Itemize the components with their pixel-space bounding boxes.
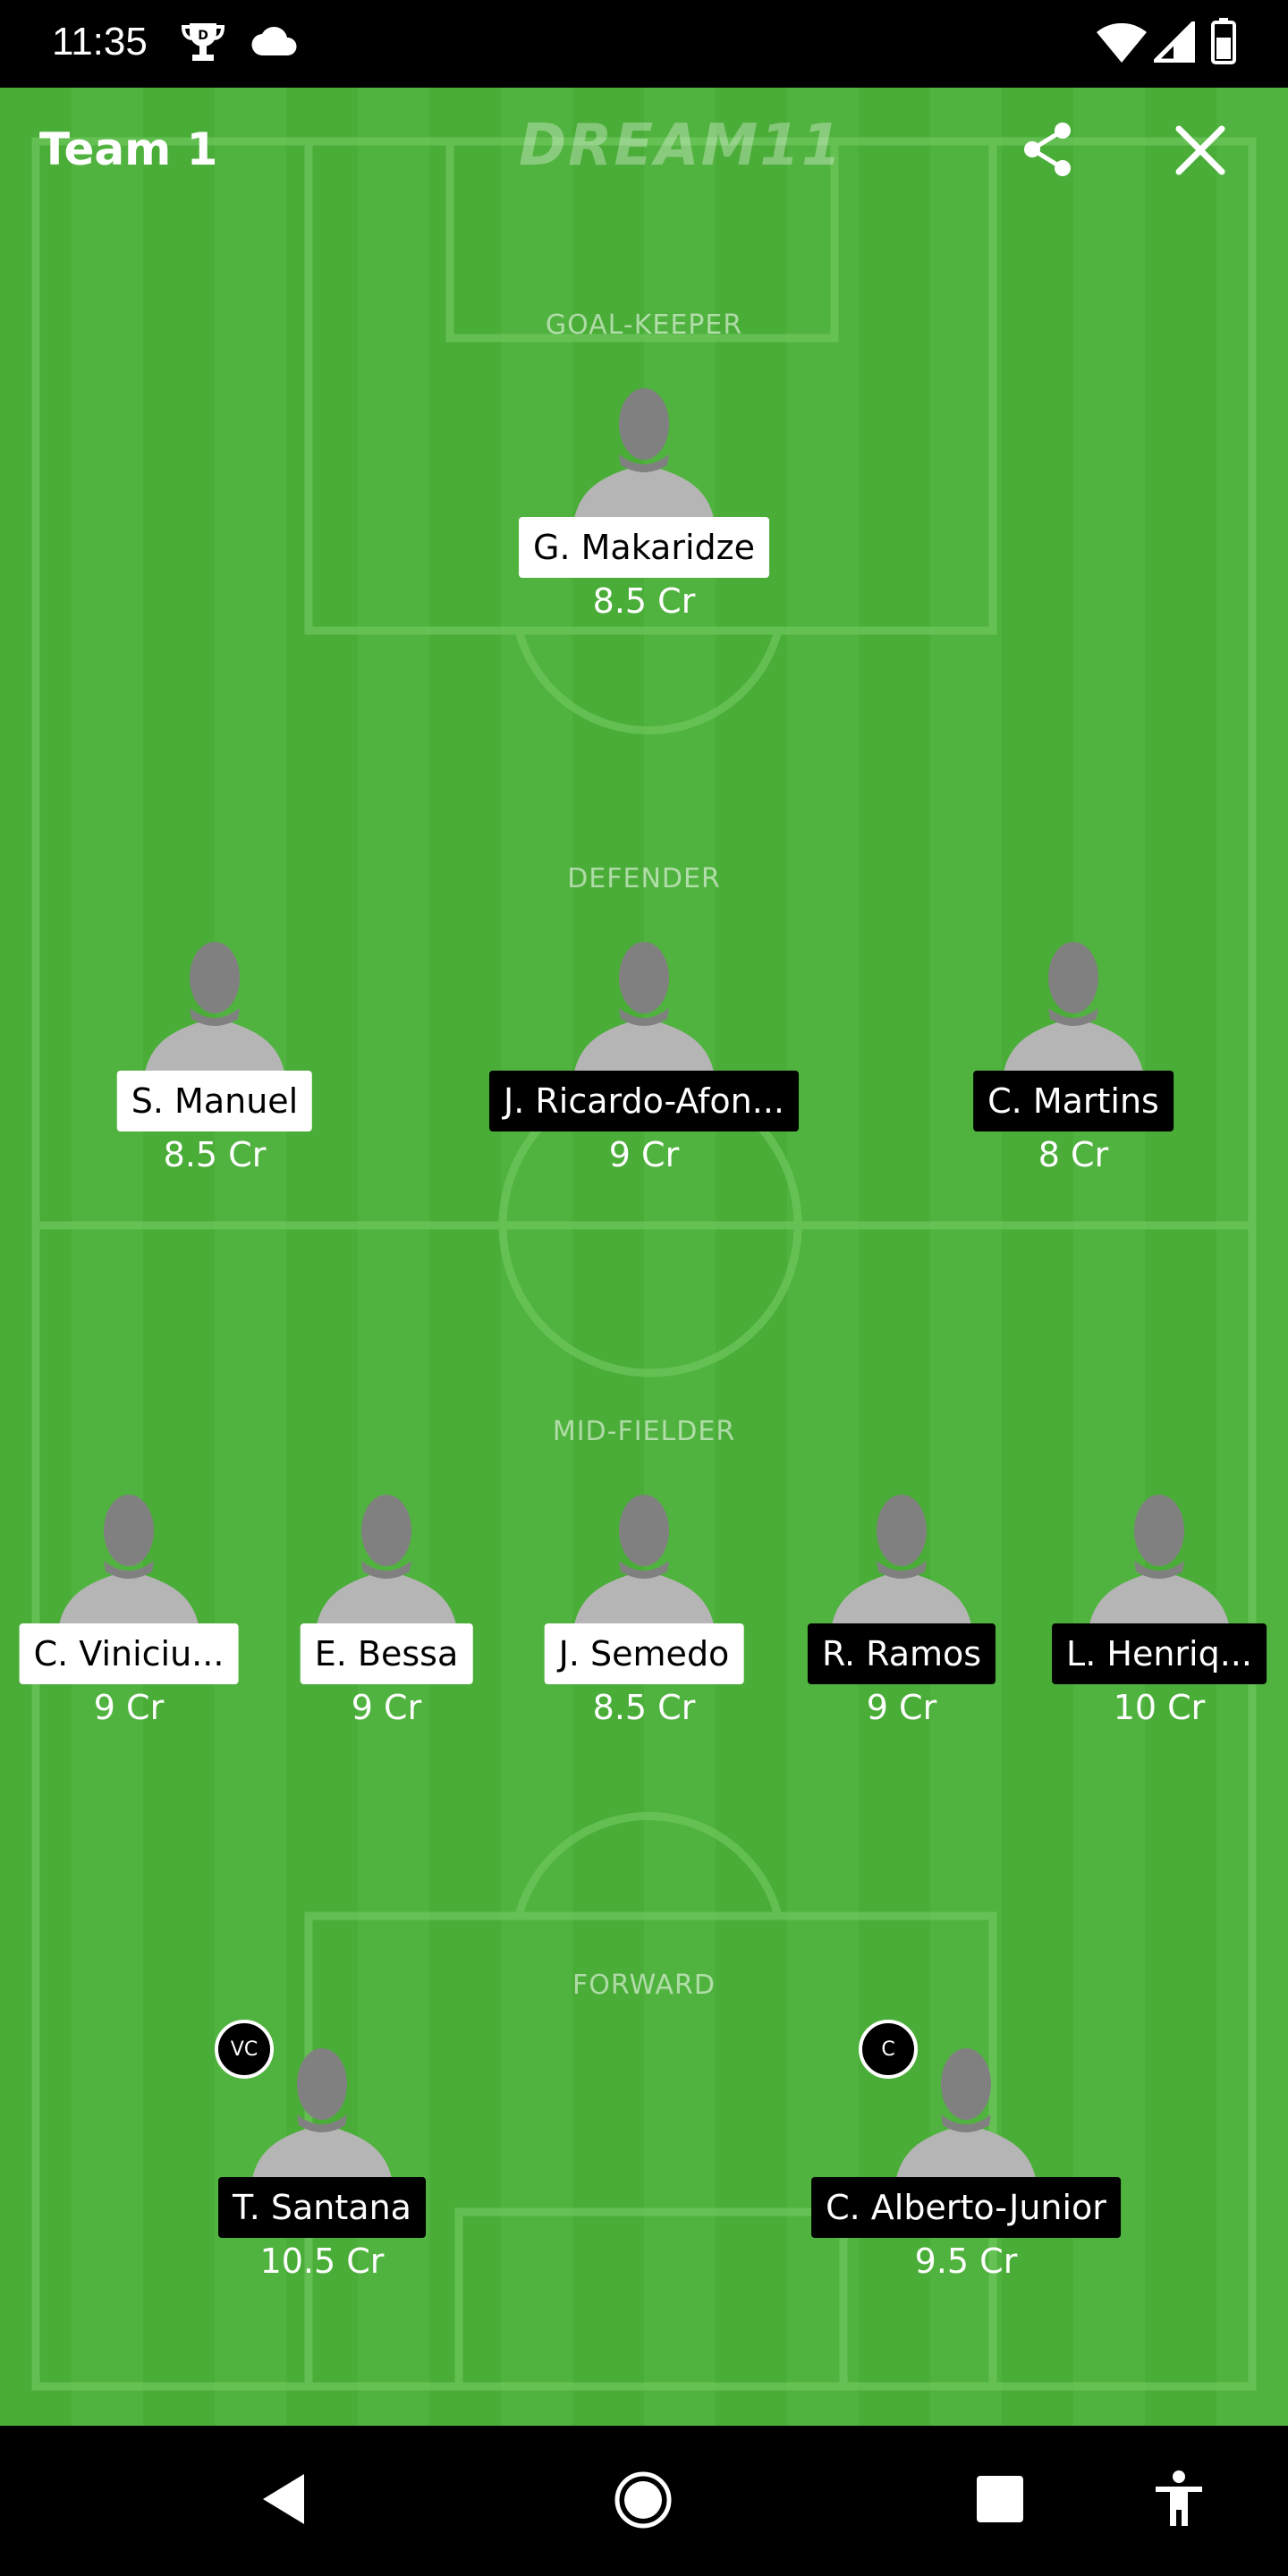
player-credit: 9 Cr [866, 1688, 937, 1727]
player-name: E. Bessa [300, 1623, 473, 1684]
section-title-forward: FORWARD [572, 1970, 716, 2001]
svg-text:D: D [198, 29, 208, 43]
section-title-goalkeeper: GOAL-KEEPER [545, 309, 743, 341]
section-title-midfielder: MID-FIELDER [552, 1416, 736, 1447]
player-avatar-icon [572, 942, 716, 1083]
player-credit: 8 Cr [1038, 1135, 1109, 1174]
player-card[interactable]: G. Makaridze 8.5 Cr [519, 369, 769, 637]
player-card[interactable]: J. Semedo 8.5 Cr [528, 1475, 760, 1743]
player-name: C. Martins [973, 1071, 1174, 1131]
player-card[interactable]: S. Manuel 8.5 Cr [98, 922, 331, 1191]
share-icon[interactable] [1021, 122, 1075, 181]
player-name: J. Ricardo-Afon... [488, 1071, 800, 1131]
status-time: 11:35 [52, 20, 148, 64]
player-credit: 9.5 Cr [914, 2241, 1018, 2281]
player-name: L. Henriq... [1052, 1623, 1267, 1684]
player-name: J. Semedo [544, 1623, 744, 1684]
player-credit: 8.5 Cr [592, 581, 696, 621]
player-avatar-icon [572, 1495, 716, 1636]
player-name: G. Makaridze [519, 517, 769, 578]
player-name: C. Viniciu... [19, 1623, 239, 1684]
wifi-icon [1097, 22, 1147, 66]
player-credit: 8.5 Cr [163, 1135, 267, 1174]
battery-icon [1211, 18, 1236, 68]
player-credit: 8.5 Cr [592, 1688, 696, 1727]
back-icon[interactable] [259, 2472, 306, 2529]
player-avatar-icon [1088, 1495, 1231, 1636]
system-nav-bar [0, 2426, 1288, 2576]
player-credit: 9 Cr [93, 1688, 165, 1727]
player-name: C. Alberto-Junior [811, 2177, 1121, 2238]
player-card[interactable]: L. Henriq... 10 Cr [1043, 1475, 1275, 1743]
player-card[interactable]: C. Viniciu... 9 Cr [13, 1475, 245, 1743]
player-credit: 10 Cr [1113, 1688, 1206, 1727]
player-credit: 10.5 Cr [259, 2241, 385, 2281]
close-icon[interactable] [1174, 123, 1227, 181]
player-avatar-icon [1002, 942, 1145, 1083]
vice-captain-badge: VC [215, 2020, 274, 2079]
home-icon[interactable] [614, 2470, 673, 2533]
signal-icon [1149, 17, 1196, 66]
player-card[interactable]: R. Ramos 9 Cr [785, 1475, 1018, 1743]
player-card[interactable]: E. Bessa 9 Cr [270, 1475, 503, 1743]
player-avatar-icon [57, 1495, 200, 1636]
captain-badge: C [859, 2020, 918, 2079]
team-name: Team 1 [39, 123, 218, 175]
player-name: R. Ramos [807, 1623, 996, 1684]
player-credit: 9 Cr [608, 1135, 680, 1174]
player-card[interactable]: J. Ricardo-Afon... 9 Cr [488, 922, 800, 1191]
player-avatar-icon [572, 388, 716, 530]
status-bar: 11:35 D [0, 0, 1288, 88]
cloud-icon [250, 25, 297, 61]
player-avatar-icon [143, 942, 286, 1083]
section-title-defender: DEFENDER [567, 863, 721, 894]
player-name: S. Manuel [116, 1071, 313, 1131]
recents-icon[interactable] [977, 2476, 1023, 2526]
player-name: T. Santana [218, 2177, 426, 2238]
player-avatar-icon [315, 1495, 458, 1636]
player-avatar-icon [830, 1495, 973, 1636]
brand-logo: DREAM11 [519, 113, 843, 179]
accessibility-icon[interactable] [1154, 2470, 1204, 2531]
player-credit: 9 Cr [351, 1688, 422, 1727]
trophy-icon: D [181, 20, 225, 70]
player-card[interactable]: C. Martins 8 Cr [957, 922, 1190, 1191]
